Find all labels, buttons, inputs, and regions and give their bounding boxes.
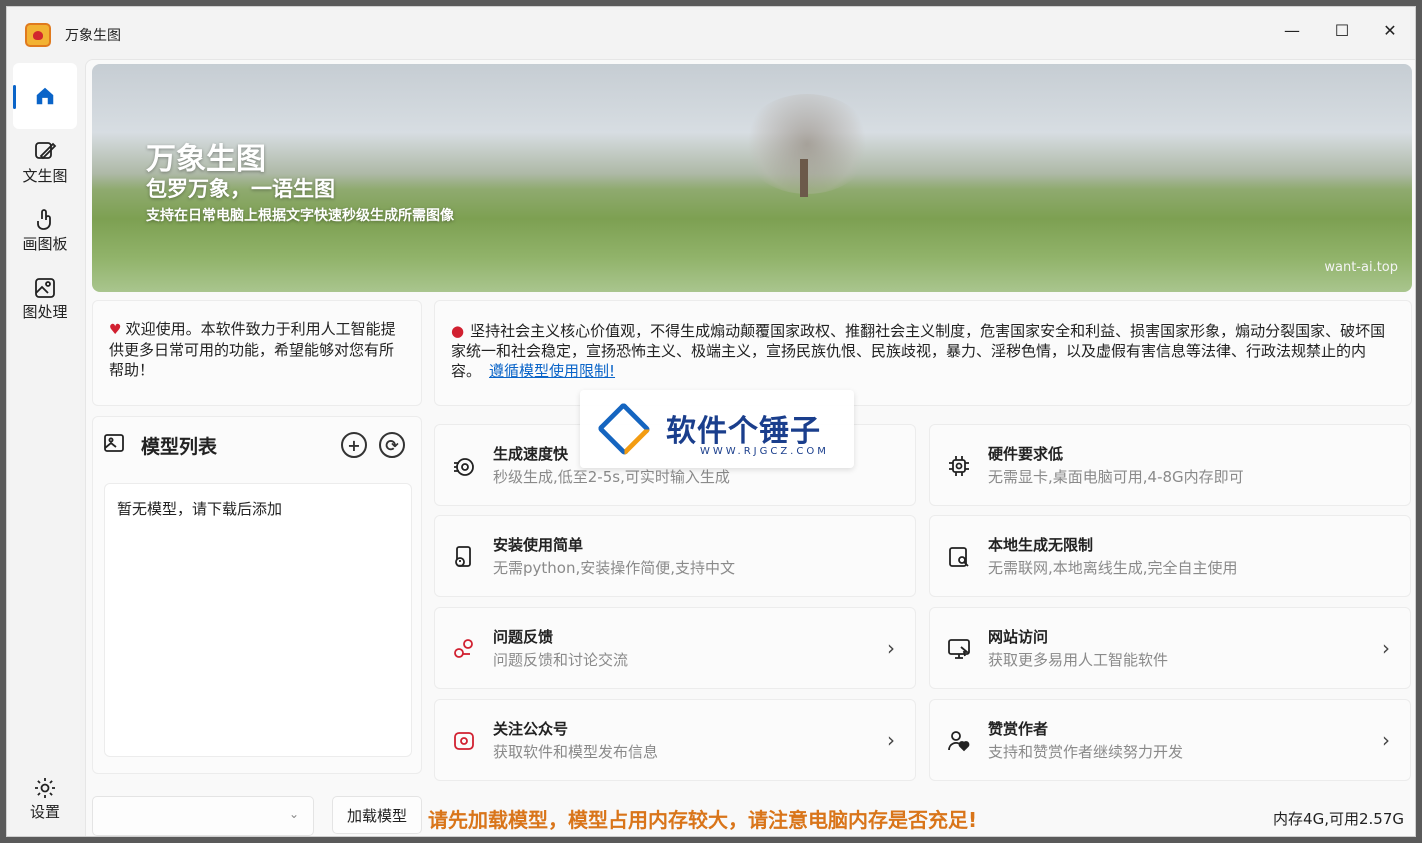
welcome-card: ♥ 欢迎使用。本软件致力于利用人工智能提供更多日常可用的功能，希望能够对您有所帮助… <box>92 300 422 406</box>
feature-card-hardware: 硬件要求低 无需显卡,桌面电脑可用,4-8G内存即可 <box>929 424 1411 506</box>
watermark-logo-icon <box>596 401 652 457</box>
feature-card-feedback[interactable]: 问题反馈 问题反馈和讨论交流 › <box>434 607 916 689</box>
watermark-title: 软件个锤子 <box>666 414 821 449</box>
banner-url: want-ai.top <box>1324 260 1398 275</box>
feedback-icon <box>451 636 477 662</box>
app-logo-icon <box>25 23 51 47</box>
refresh-models-button[interactable]: ⟳ <box>379 432 405 458</box>
tree-trunk <box>800 159 808 197</box>
add-model-button[interactable]: + <box>341 432 367 458</box>
sidebar-item-imgprocess[interactable]: 图处理 <box>13 275 77 322</box>
local-icon <box>946 544 972 570</box>
feature-card-website[interactable]: 网站访问 获取更多易用人工智能软件 › <box>929 607 1411 689</box>
banner-subtitle: 包罗万象，一语生图 <box>146 177 335 201</box>
feature-title: 赞赏作者 <box>988 720 1049 738</box>
sidebar-item-drawboard[interactable]: 画图板 <box>13 207 77 254</box>
feature-desc: 无需python,安装操作简便,支持中文 <box>493 559 736 577</box>
sidebar-item-label: 设置 <box>29 803 60 821</box>
banner-description: 支持在日常电脑上根据文字快速秒级生成所需图像 <box>146 208 454 224</box>
close-button[interactable]: ✕ <box>1367 13 1413 47</box>
watermark-overlay: 软件个锤子 WWW.RJGCZ.COM <box>580 390 854 468</box>
chevron-right-icon: › <box>887 636 895 660</box>
feature-title: 本地生成无限制 <box>988 536 1094 554</box>
feature-card-install: 安装使用简单 无需python,安装操作简便,支持中文 <box>434 515 916 597</box>
load-model-button[interactable]: 加载模型 <box>332 796 422 834</box>
feature-desc: 问题反馈和讨论交流 <box>493 651 629 669</box>
image-list-icon <box>103 431 127 459</box>
sidebar-item-text2img[interactable]: 文生图 <box>13 139 77 186</box>
chevron-right-icon: › <box>1382 636 1390 660</box>
reward-icon <box>946 728 972 754</box>
model-list: 暂无模型，请下载后添加 <box>104 483 412 757</box>
feature-desc: 获取软件和模型发布信息 <box>493 743 659 761</box>
image-edit-icon <box>32 139 58 165</box>
hero-banner: 万象生图 包罗万象，一语生图 支持在日常电脑上根据文字快速秒级生成所需图像 wa… <box>92 64 1412 292</box>
empty-model-message: 暂无模型，请下载后添加 <box>117 500 283 518</box>
sidebar-item-label: 图处理 <box>22 303 68 321</box>
banner-title: 万象生图 <box>146 142 266 177</box>
touch-draw-icon <box>32 207 58 233</box>
image-process-icon <box>32 275 58 301</box>
alarm-icon: ● <box>451 322 465 340</box>
usage-limit-link[interactable]: 遵循模型使用限制! <box>489 362 615 380</box>
home-icon <box>32 83 58 109</box>
feature-title: 生成速度快 <box>493 445 569 463</box>
feature-title: 网站访问 <box>988 628 1049 646</box>
feature-card-reward[interactable]: 赞赏作者 支持和赞赏作者继续努力开发 › <box>929 699 1411 781</box>
app-window: 万象生图 — ☐ ✕ 文生图 画图板 图处理 设置 万象生图 包罗万象，一语生图… <box>6 6 1416 837</box>
heart-icon: ♥ <box>109 322 122 338</box>
sidebar-item-settings[interactable]: 设置 <box>13 775 77 822</box>
feature-desc: 支持和赞赏作者继续努力开发 <box>988 743 1184 761</box>
model-list-title: 模型列表 <box>141 435 218 458</box>
install-icon <box>451 544 477 570</box>
chevron-right-icon: › <box>1382 728 1390 752</box>
feature-card-local: 本地生成无限制 无需联网,本地离线生成,完全自主使用 <box>929 515 1411 597</box>
speed-icon <box>451 453 477 479</box>
bottom-bar: ⌄ 加载模型 请先加载模型，模型占用内存较大，请注意电脑内存是否充足! 内存4G… <box>86 784 1415 836</box>
feature-title: 硬件要求低 <box>988 445 1064 463</box>
model-list-panel: 模型列表 + ⟳ 暂无模型，请下载后添加 <box>92 416 422 774</box>
feature-title: 关注公众号 <box>493 720 569 738</box>
gear-icon <box>32 775 58 801</box>
sidebar-item-label: 画图板 <box>22 235 68 253</box>
window-title: 万象生图 <box>65 28 121 44</box>
memory-status: 内存4G,可用2.57G <box>1273 810 1404 828</box>
active-indicator <box>13 85 16 109</box>
watermark-url: WWW.RJGCZ.COM <box>700 446 829 457</box>
feature-card-wechat[interactable]: 关注公众号 获取软件和模型发布信息 › <box>434 699 916 781</box>
feature-desc: 无需显卡,桌面电脑可用,4-8G内存即可 <box>988 468 1244 486</box>
wechat-icon <box>451 728 477 754</box>
welcome-text: 欢迎使用。本软件致力于利用人工智能提供更多日常可用的功能，希望能够对您有所帮助！ <box>109 320 396 379</box>
chevron-right-icon: › <box>887 728 895 752</box>
chevron-down-icon: ⌄ <box>288 807 299 821</box>
title-bar: 万象生图 — ☐ ✕ <box>7 7 1415 59</box>
chip-icon <box>946 453 972 479</box>
feature-desc: 无需联网,本地离线生成,完全自主使用 <box>988 559 1238 577</box>
feature-desc: 获取更多易用人工智能软件 <box>988 651 1169 669</box>
model-select[interactable]: ⌄ <box>92 796 314 836</box>
sidebar-item-home[interactable] <box>13 63 77 129</box>
feature-title: 安装使用简单 <box>493 536 584 554</box>
sidebar: 文生图 画图板 图处理 设置 <box>7 63 85 836</box>
maximize-button[interactable]: ☐ <box>1319 13 1365 47</box>
sidebar-item-label: 文生图 <box>22 167 68 185</box>
feature-title: 问题反馈 <box>493 628 554 646</box>
website-icon <box>946 636 972 662</box>
minimize-button[interactable]: — <box>1269 13 1315 47</box>
memory-warning: 请先加载模型，模型占用内存较大，请注意电脑内存是否充足! <box>428 808 978 832</box>
feature-desc: 秒级生成,低至2-5s,可实时输入生成 <box>493 468 730 486</box>
